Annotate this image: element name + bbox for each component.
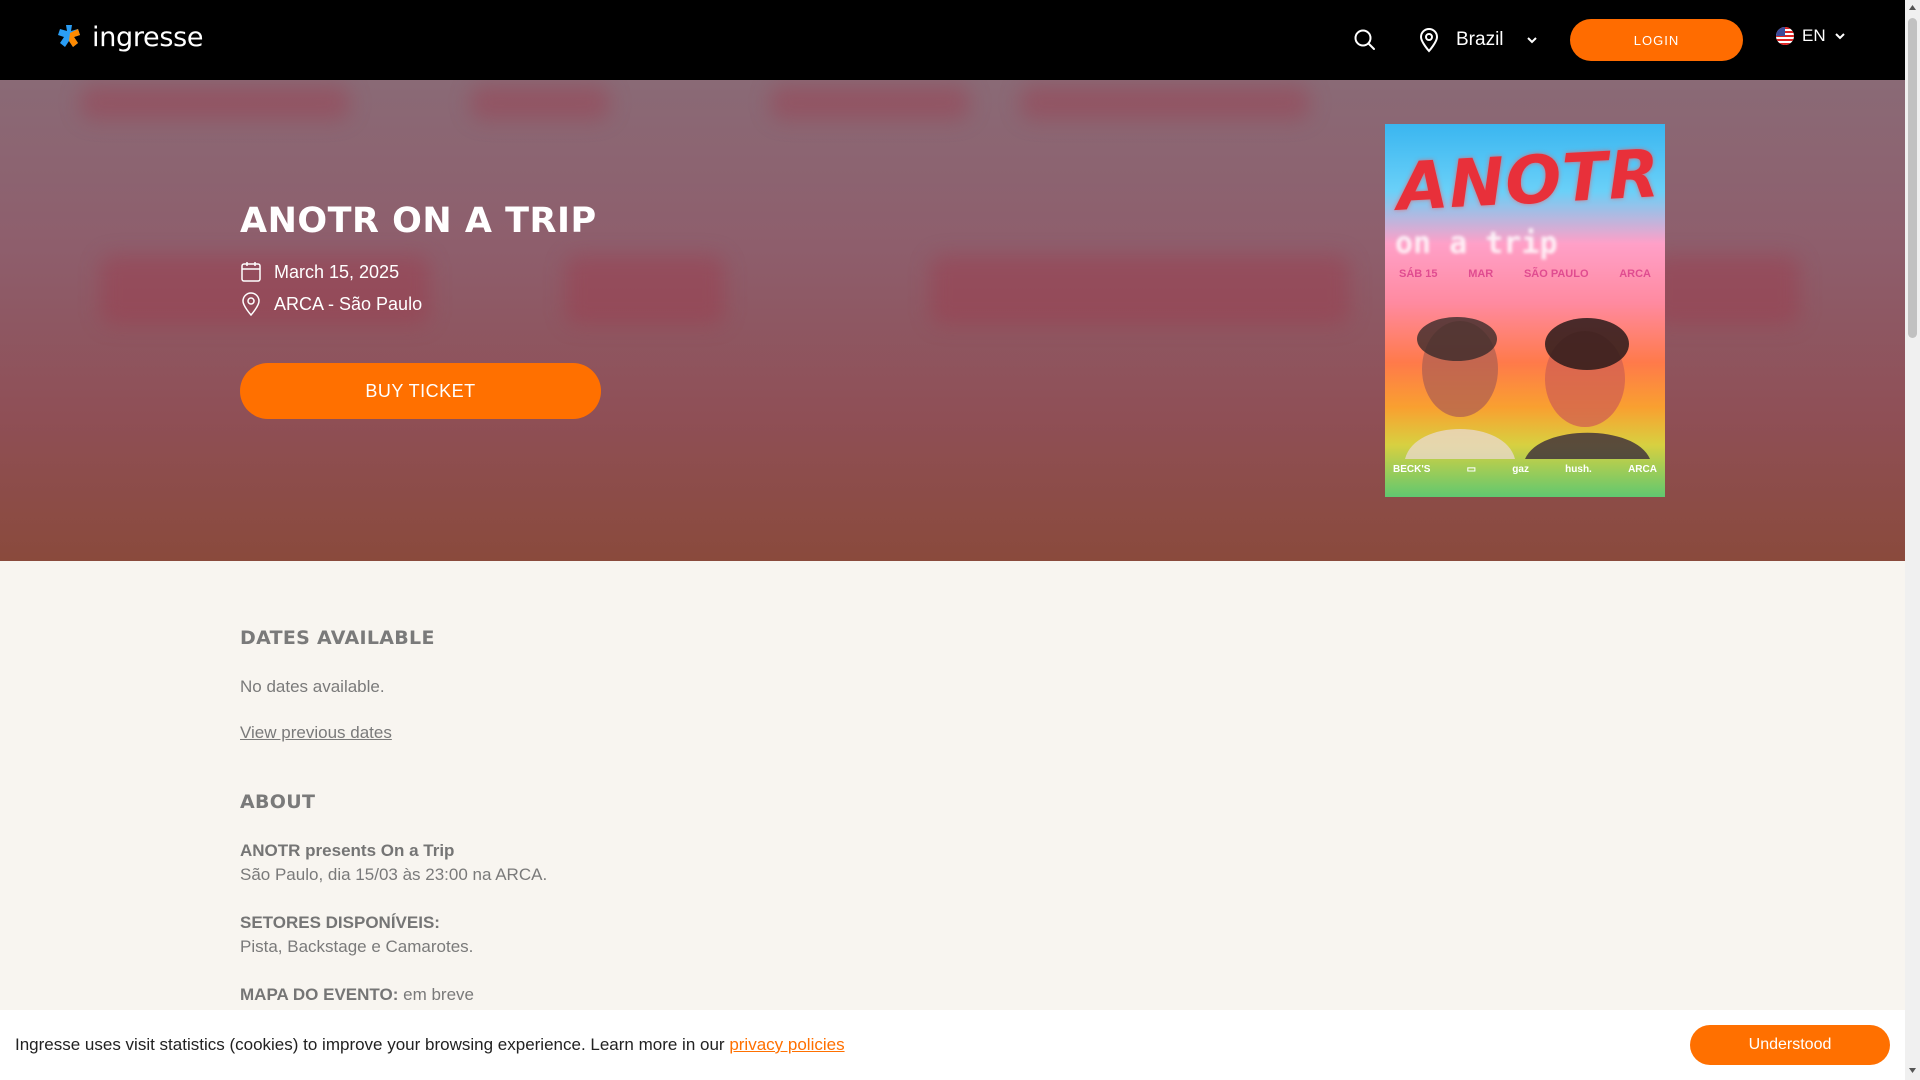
privacy-policies-link[interactable]: privacy policies: [729, 1035, 844, 1054]
about-intro-title: ANOTR presents On a Trip: [240, 841, 455, 860]
sponsor-logo: ▭: [1466, 464, 1477, 475]
about-heading: ABOUT: [240, 791, 316, 813]
chevron-down-icon: [1834, 33, 1845, 40]
event-title: ANOTR ON A TRIP: [240, 201, 597, 241]
hero-background-decoration: [565, 255, 725, 325]
about-sectors: SETORES DISPONÍVEIS: Pista, Backstage e …: [240, 911, 473, 959]
no-dates-text: No dates available.: [240, 677, 385, 696]
cookie-text: Ingresse uses visit statistics (cookies)…: [15, 1035, 730, 1054]
about-intro-text: São Paulo, dia 15/03 às 23:00 na ARCA.: [240, 865, 548, 884]
dates-heading: DATES AVAILABLE: [240, 627, 435, 649]
logo-icon: [58, 24, 80, 47]
scroll-down-arrow-icon[interactable]: [1908, 1066, 1917, 1075]
logo-text: ingresse: [92, 22, 204, 53]
sponsor-logo: hush.: [1565, 464, 1592, 475]
sponsor-logo: gaz: [1512, 464, 1529, 475]
event-venue-text: ARCA - São Paulo: [274, 293, 423, 314]
top-navbar: ingresse Brazil LOGIN EN: [0, 0, 1905, 80]
location-label: Brazil: [1456, 29, 1504, 50]
about-intro: ANOTR presents On a Trip São Paulo, dia …: [240, 839, 547, 887]
search-icon[interactable]: [1352, 27, 1378, 53]
login-button[interactable]: LOGIN: [1570, 19, 1743, 61]
poster-info-venue: ARCA: [1619, 268, 1651, 280]
event-venue: ARCA - São Paulo: [240, 292, 422, 316]
about-map: MAPA DO EVENTO: em breve: [240, 983, 474, 1007]
cookie-message: Ingresse uses visit statistics (cookies)…: [15, 1035, 845, 1055]
event-date-text: March 15, 2025: [274, 261, 400, 282]
event-date: March 15, 2025: [240, 260, 399, 284]
sponsor-logo: BECK'S: [1393, 464, 1431, 475]
about-map-title: MAPA DO EVENTO:: [240, 985, 399, 1004]
poster-subtitle: on a trip: [1395, 226, 1558, 261]
chevron-down-icon: [1526, 37, 1537, 44]
buy-ticket-button[interactable]: BUY TICKET: [240, 363, 601, 419]
calendar-icon: [241, 262, 261, 282]
poster-info-city: SÃO PAULO: [1523, 268, 1589, 280]
language-label: EN: [1802, 26, 1826, 45]
ingresse-logo[interactable]: ingresse: [56, 22, 204, 53]
poster-sponsors: BECK'S ▭ gaz hush. ARCA: [1393, 464, 1657, 475]
location-pin-icon: [242, 292, 260, 316]
us-flag-icon: [1776, 27, 1794, 45]
hero-background-decoration: [470, 85, 610, 120]
poster-info: SÁB 15 MAR SÃO PAULO ARCA: [1399, 268, 1651, 280]
hero-background-decoration: [930, 255, 1350, 325]
location-selector[interactable]: Brazil: [1418, 25, 1540, 55]
about-map-text: em breve: [403, 985, 474, 1004]
event-hero: ANOTR ON A TRIP March 15, 2025 ARCA - Sã…: [0, 80, 1905, 561]
scrollbar-thumb[interactable]: [1908, 18, 1917, 338]
event-poster: ANOTR on a trip SÁB 15 MAR SÃO PAULO ARC…: [1385, 124, 1665, 497]
about-sectors-text: Pista, Backstage e Camarotes.: [240, 937, 474, 956]
understood-button[interactable]: Understood: [1690, 1025, 1890, 1065]
hero-background-decoration: [80, 85, 350, 120]
hero-background-decoration: [1020, 85, 1310, 120]
cookie-banner: Ingresse uses visit statistics (cookies)…: [0, 1010, 1905, 1080]
view-previous-dates-link[interactable]: View previous dates: [240, 723, 392, 743]
hero-background-decoration: [770, 85, 970, 120]
about-sectors-title: SETORES DISPONÍVEIS:: [240, 913, 440, 932]
location-pin-icon: [1419, 28, 1439, 53]
poster-info-day: SÁB 15: [1399, 268, 1438, 280]
poster-info-month: MAR: [1468, 268, 1494, 280]
poster-title: ANOTR: [1395, 135, 1663, 226]
language-selector[interactable]: EN: [1776, 26, 1846, 46]
hero-background-decoration: [1650, 255, 1800, 325]
scroll-up-arrow-icon[interactable]: [1908, 3, 1917, 12]
page-scrollbar[interactable]: [1905, 0, 1920, 1080]
sponsor-logo: ARCA: [1628, 464, 1657, 475]
poster-artist-photo: [1405, 317, 1650, 459]
